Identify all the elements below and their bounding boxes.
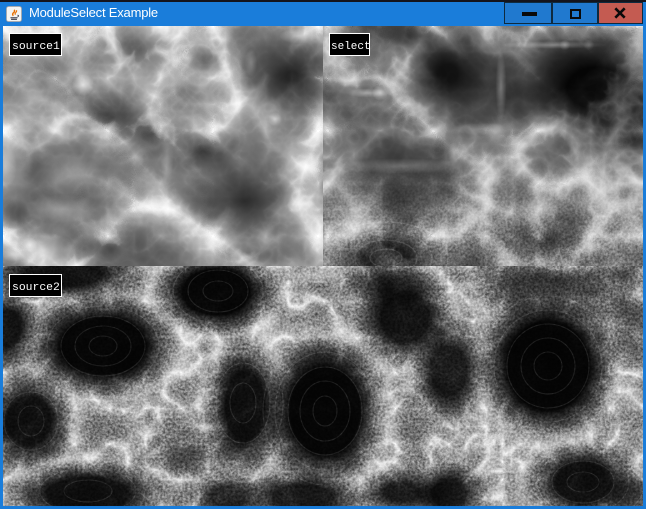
svg-text:select: select (331, 41, 369, 53)
svg-text:source2: source2 (12, 282, 60, 294)
svg-text:source1: source1 (12, 41, 60, 53)
svg-text:ModuleSelect Example: ModuleSelect Example (29, 5, 158, 20)
